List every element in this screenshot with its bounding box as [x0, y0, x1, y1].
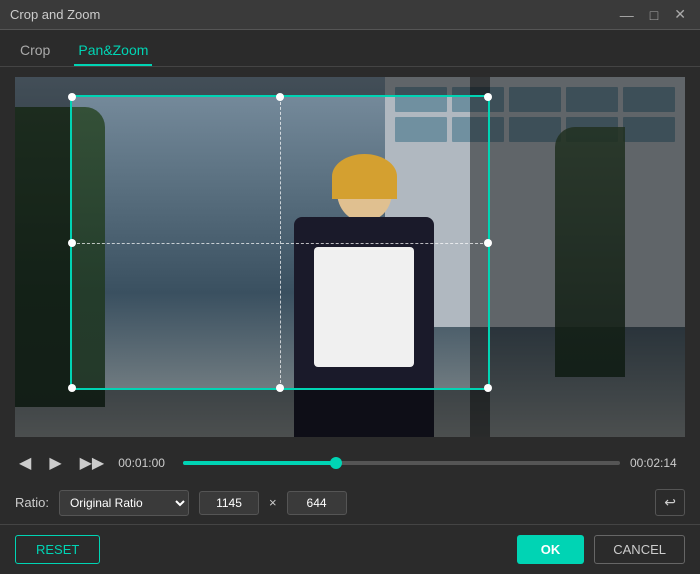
skip-forward-button[interactable]: ▶▶ — [76, 451, 109, 475]
window-2 — [452, 87, 504, 112]
maximize-button[interactable]: □ — [646, 6, 662, 23]
person-hair — [332, 154, 397, 199]
titlebar-controls: — □ ✕ — [616, 6, 690, 23]
minimize-button[interactable]: — — [616, 6, 638, 23]
window-1 — [395, 87, 447, 112]
progress-track[interactable] — [183, 461, 620, 465]
cancel-button[interactable]: CANCEL — [594, 535, 685, 564]
person-figure — [294, 157, 434, 437]
tree-left — [15, 107, 105, 407]
ratio-bar: Ratio: Original Ratio 16:9 4:3 1:1 9:16 … — [0, 481, 700, 524]
tabs-row: Crop Pan&Zoom — [0, 30, 700, 67]
ok-button[interactable]: OK — [517, 535, 585, 564]
right-buttons: OK CANCEL — [517, 535, 685, 564]
action-bar: RESET OK CANCEL — [0, 524, 700, 574]
progress-fill — [183, 461, 336, 465]
close-button[interactable]: ✕ — [670, 6, 690, 23]
video-scene — [15, 77, 685, 437]
tab-pan-zoom[interactable]: Pan&Zoom — [74, 36, 152, 66]
person-body — [294, 217, 434, 437]
window-10 — [623, 117, 675, 142]
ratio-select[interactable]: Original Ratio 16:9 4:3 1:1 9:16 — [59, 490, 189, 516]
titlebar: Crop and Zoom — □ ✕ — [0, 0, 700, 30]
height-input[interactable] — [287, 491, 347, 515]
person-head — [337, 162, 392, 222]
play-button[interactable]: ▶ — [45, 451, 65, 475]
window-title: Crop and Zoom — [10, 7, 100, 22]
tab-crop[interactable]: Crop — [16, 36, 54, 66]
ratio-label: Ratio: — [15, 495, 49, 510]
person-shirt — [314, 247, 414, 367]
window-4 — [566, 87, 618, 112]
width-input[interactable] — [199, 491, 259, 515]
rotate-button[interactable]: ↩ — [655, 489, 685, 516]
time-total: 00:02:14 — [630, 456, 685, 470]
window-5 — [623, 87, 675, 112]
building-windows — [385, 77, 685, 152]
video-area — [15, 77, 685, 437]
reset-button[interactable]: RESET — [15, 535, 100, 564]
skip-back-button[interactable]: ◀ — [15, 451, 35, 475]
window-3 — [509, 87, 561, 112]
playback-controls: ◀ ▶ ▶▶ 00:01:00 00:02:14 — [0, 445, 700, 481]
tree-right — [555, 127, 625, 377]
time-current: 00:01:00 — [118, 456, 173, 470]
window-8 — [509, 117, 561, 142]
window-7 — [452, 117, 504, 142]
window-6 — [395, 117, 447, 142]
dimension-separator: × — [269, 495, 277, 510]
progress-thumb[interactable] — [330, 457, 342, 469]
